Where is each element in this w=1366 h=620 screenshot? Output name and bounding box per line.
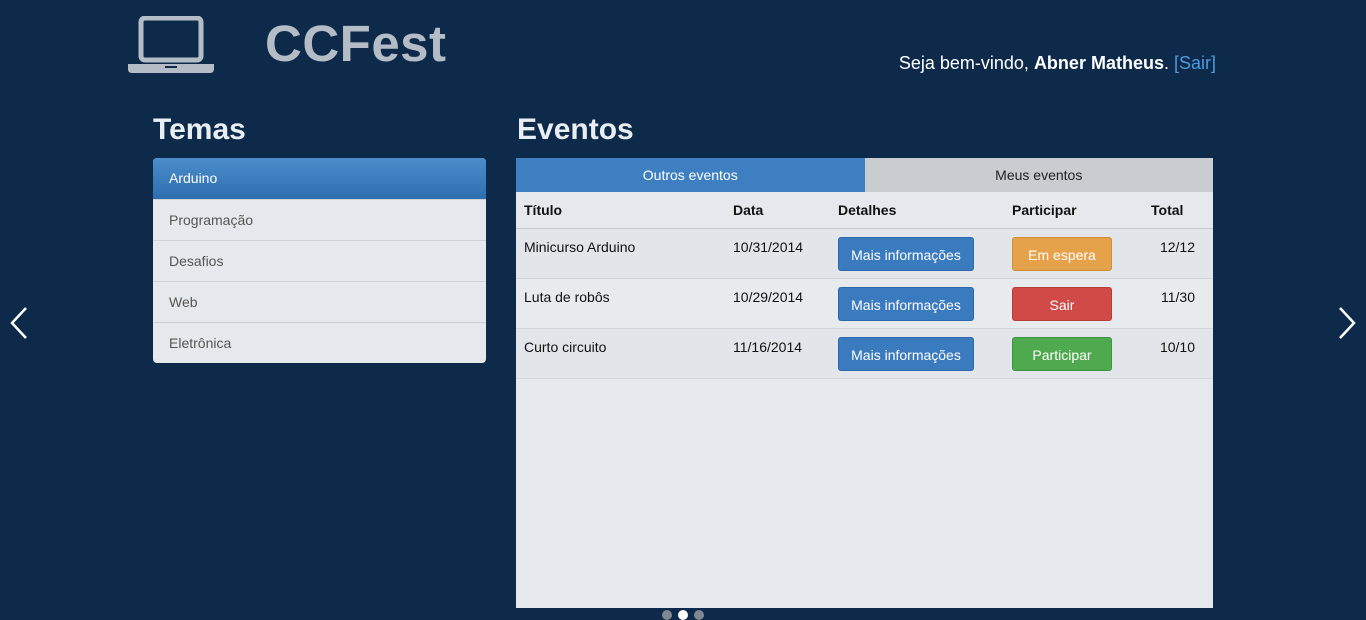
logout-link[interactable]: [Sair] <box>1174 53 1216 73</box>
waiting-button[interactable]: Em espera <box>1012 237 1112 271</box>
events-tabs: Outros eventos Meus eventos <box>516 158 1213 192</box>
col-header-total: Total <box>1143 192 1213 229</box>
table-row: Luta de robôs 10/29/2014 Mais informaçõe… <box>516 278 1213 329</box>
welcome-prefix: Seja bem-vindo, <box>898 53 1034 73</box>
more-info-button[interactable]: Mais informações <box>838 237 974 271</box>
event-title: Minicurso Arduino <box>516 228 725 279</box>
more-info-button[interactable]: Mais informações <box>838 287 974 321</box>
more-info-button[interactable]: Mais informações <box>838 337 974 371</box>
event-total: 10/10 <box>1143 328 1213 379</box>
event-total: 11/30 <box>1143 278 1213 329</box>
col-header-participate: Participar <box>1004 192 1143 229</box>
carousel-dot-2[interactable] <box>678 610 688 620</box>
col-header-title: Título <box>516 192 725 229</box>
event-title: Luta de robôs <box>516 278 725 329</box>
col-header-details: Detalhes <box>830 192 1004 229</box>
event-total: 12/12 <box>1143 228 1213 279</box>
event-date: 10/31/2014 <box>725 228 830 279</box>
event-date: 10/29/2014 <box>725 278 830 329</box>
participate-cell: Em espera <box>1004 228 1143 279</box>
col-header-date: Data <box>725 192 830 229</box>
theme-item-web[interactable]: Web <box>153 281 486 322</box>
tab-meus-eventos[interactable]: Meus eventos <box>864 158 1213 192</box>
participate-cell: Participar <box>1004 328 1143 379</box>
event-date: 11/16/2014 <box>725 328 830 379</box>
welcome-separator: . <box>1163 53 1174 73</box>
carousel-indicators <box>662 610 704 620</box>
event-title: Curto circuito <box>516 328 725 379</box>
events-panel: Outros eventos Meus eventos Título Data … <box>516 158 1213 608</box>
carousel-dot-3[interactable] <box>694 610 704 620</box>
theme-item-desafios[interactable]: Desafios <box>153 240 486 281</box>
details-cell: Mais informações <box>830 228 1004 279</box>
app-title: CCFest <box>265 15 447 72</box>
theme-item-programacao[interactable]: Programação <box>153 199 486 240</box>
table-row: Curto circuito 11/16/2014 Mais informaçõ… <box>516 328 1213 379</box>
themes-heading: Temas <box>153 113 246 146</box>
chevron-left-icon[interactable] <box>8 306 30 340</box>
leave-button[interactable]: Sair <box>1012 287 1112 321</box>
theme-item-arduino[interactable]: Arduino <box>153 158 486 199</box>
participate-cell: Sair <box>1004 278 1143 329</box>
tab-outros-eventos[interactable]: Outros eventos <box>516 158 865 192</box>
themes-list: Arduino Programação Desafios Web Eletrôn… <box>153 158 486 363</box>
events-table: Título Data Detalhes Participar Total Mi… <box>516 192 1213 379</box>
laptop-icon <box>128 16 214 73</box>
welcome-message: Seja bem-vindo, Abner Matheus. [Sair] <box>899 53 1216 74</box>
chevron-right-icon[interactable] <box>1336 306 1358 340</box>
theme-item-eletronica[interactable]: Eletrônica <box>153 322 486 363</box>
table-header-row: Título Data Detalhes Participar Total <box>516 192 1213 229</box>
participate-button[interactable]: Participar <box>1012 337 1112 371</box>
details-cell: Mais informações <box>830 328 1004 379</box>
details-cell: Mais informações <box>830 278 1004 329</box>
user-name: Abner Matheus <box>1033 53 1164 73</box>
events-heading: Eventos <box>517 113 634 146</box>
table-row: Minicurso Arduino 10/31/2014 Mais inform… <box>516 228 1213 279</box>
carousel-dot-1[interactable] <box>662 610 672 620</box>
